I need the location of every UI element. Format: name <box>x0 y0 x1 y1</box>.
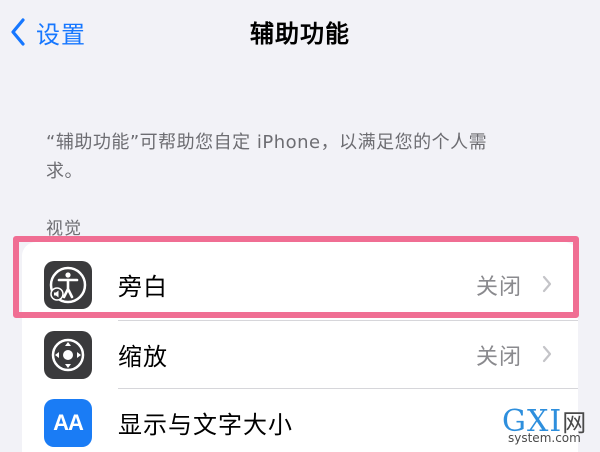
display-text-size-icon: AA <box>44 399 92 447</box>
voiceover-status: 关闭 <box>475 275 522 300</box>
chevron-right-icon <box>542 345 552 367</box>
voiceover-label: 旁白 <box>118 273 168 301</box>
voiceover-icon <box>44 261 92 309</box>
watermark-logo: GXI网 system.com <box>502 403 598 449</box>
display-text-size-row[interactable]: AA 显示与文字大小 <box>22 388 578 452</box>
display-text-size-label: 显示与文字大小 <box>118 411 293 439</box>
accessibility-description: “辅助功能”可帮助您自定 iPhone，以满足您的个人需求。 <box>46 132 488 182</box>
section-header-vision: 视觉 <box>46 219 82 239</box>
zoom-status: 关闭 <box>475 345 522 370</box>
zoom-label: 缩放 <box>118 343 168 371</box>
zoom-icon <box>44 331 92 379</box>
watermark-domain: system.com <box>508 431 581 445</box>
zoom-row[interactable]: 缩放 关闭 <box>22 320 578 390</box>
chevron-right-icon <box>542 275 552 297</box>
navigation-bar: 设置 辅助功能 <box>0 0 600 70</box>
voiceover-row[interactable]: 旁白 关闭 <box>22 242 578 312</box>
vision-settings-group: 旁白 关闭 缩放 关闭 AA 显示与文字大小 <box>22 242 578 452</box>
page-title: 辅助功能 <box>250 20 350 48</box>
